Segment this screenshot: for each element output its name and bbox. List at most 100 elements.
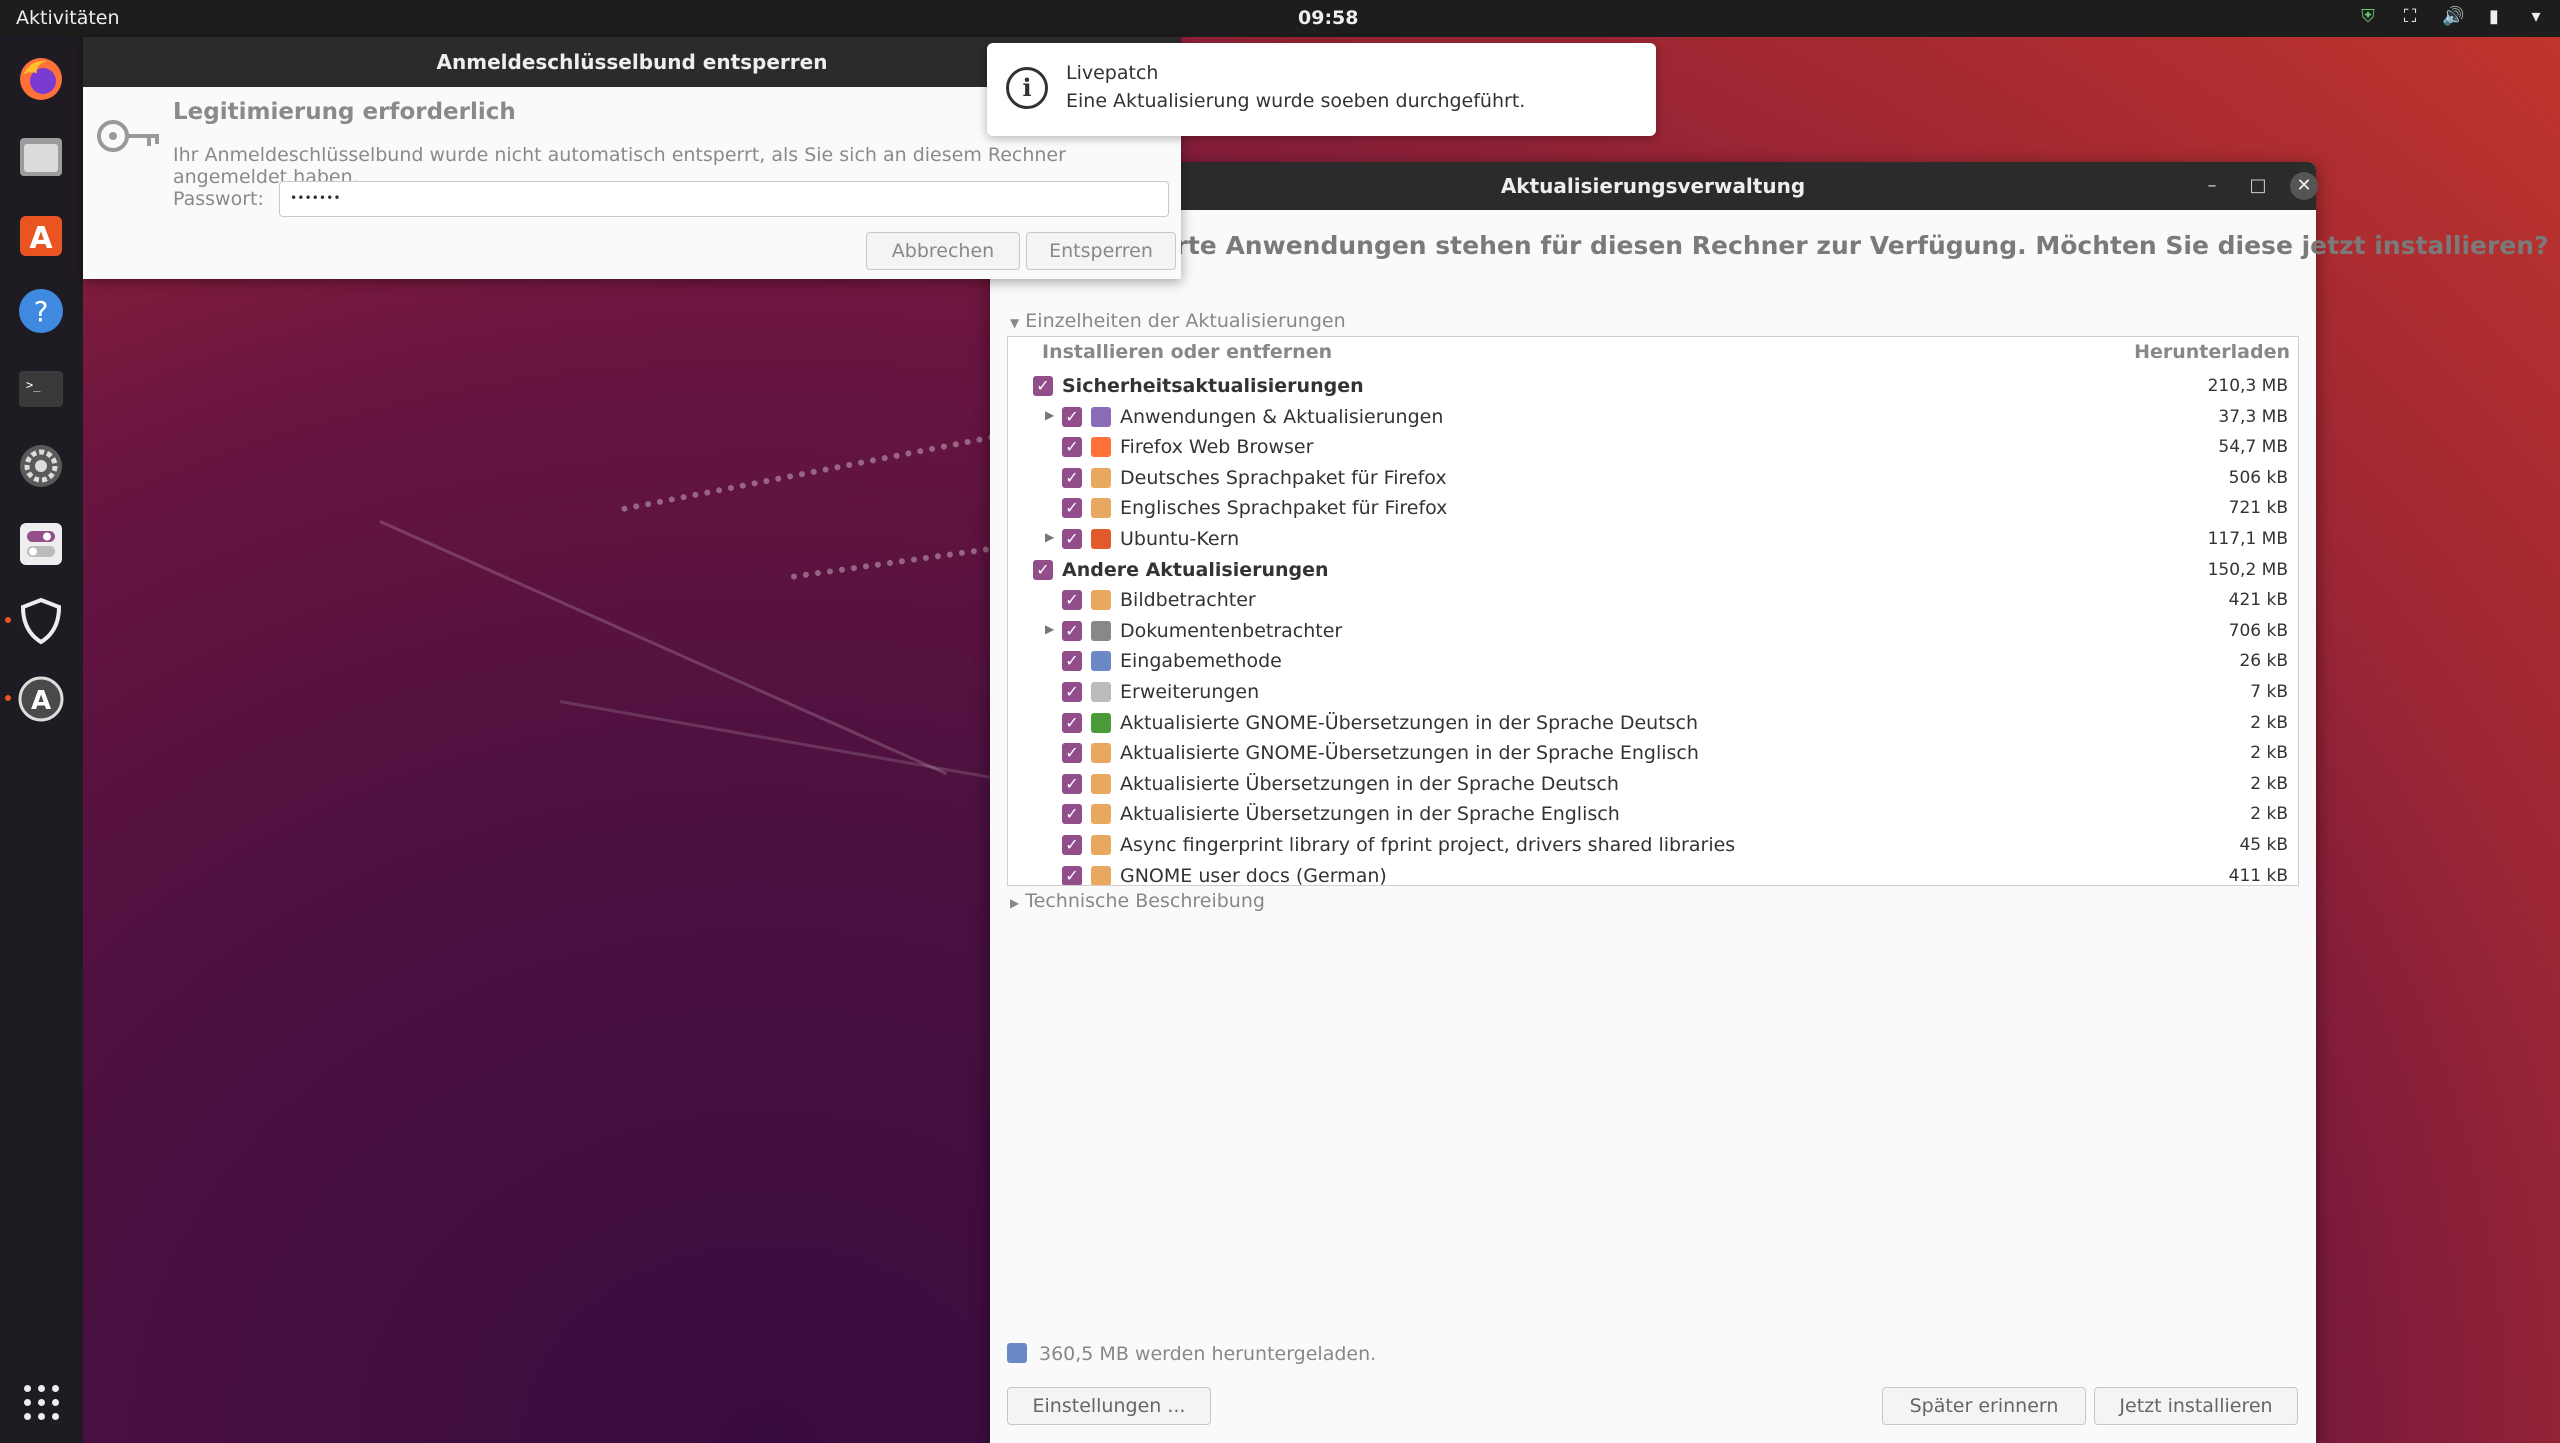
update-checkbox[interactable]: ✓ [1062, 865, 1082, 885]
update-row[interactable]: ✓ Eingabemethode 26 kB [1008, 646, 2298, 677]
shield-icon[interactable]: ⛨ [2358, 6, 2378, 28]
column-install[interactable]: Installieren oder entfernen [1042, 341, 1332, 363]
apps-grid-icon[interactable] [24, 1385, 60, 1421]
update-label: Sicherheitsaktualisierungen [1062, 375, 1364, 397]
update-checkbox[interactable]: ✓ [1062, 406, 1082, 427]
update-label: Andere Aktualisierungen [1062, 558, 1329, 581]
update-checkbox[interactable]: ✓ [1033, 376, 1053, 396]
close-button[interactable]: ✕ [2290, 172, 2318, 200]
update-row[interactable]: ✓ Deutsches Sprachpaket für Firefox 506 kB [1008, 463, 2298, 494]
update-checkbox[interactable]: ✓ [1062, 712, 1082, 733]
tech-description-expander[interactable]: ▶ Technische Beschreibung [1010, 890, 1265, 912]
expand-arrow-icon[interactable]: ▶ [1045, 622, 1057, 636]
remind-later-button[interactable]: Später erinnern [1882, 1387, 2086, 1425]
update-checkbox[interactable]: ✓ [1062, 773, 1082, 794]
update-checkbox[interactable]: ✓ [1062, 682, 1082, 702]
update-checkbox[interactable]: ✓ [1062, 620, 1082, 641]
update-size: 150,2 MB [2207, 559, 2288, 580]
update-checkbox[interactable]: ✓ [1062, 467, 1082, 488]
update-label: Aktualisierte Übersetzungen in der Sprac… [1120, 772, 1619, 795]
wallpaper-dots-1 [620, 433, 996, 513]
details-expander[interactable]: ▼ Einzelheiten der Aktualisierungen [1010, 310, 1346, 332]
activities-button[interactable]: Aktivitäten [16, 7, 120, 29]
password-field[interactable]: ••••••• [279, 181, 1169, 217]
package-icon [1091, 406, 1111, 427]
shield-app-icon[interactable] [14, 594, 68, 648]
update-label: Deutsches Sprachpaket für Firefox [1120, 466, 1447, 489]
wallpaper-dots-2 [790, 546, 990, 580]
update-row[interactable]: ✓ Englisches Sprachpaket für Firefox 721 k… [1008, 493, 2298, 524]
cancel-button[interactable]: Abbrechen [866, 232, 1020, 270]
update-row[interactable]: ✓ Async fingerprint library of fprint pro… [1008, 830, 2298, 861]
key-icon [97, 120, 159, 152]
update-list[interactable]: Installieren oder entfernen Herunterlade… [1007, 336, 2299, 886]
update-label: GNOME user docs (German) [1120, 864, 1387, 886]
update-checkbox[interactable]: ✓ [1062, 529, 1082, 549]
terminal-icon[interactable]: >_ [14, 362, 68, 416]
system-tray[interactable]: ⛨ ⛶ 🔊 ▮ ▾ [2358, 6, 2546, 28]
volume-icon[interactable]: 🔊 [2442, 6, 2464, 28]
update-label: Async fingerprint library of fprint proj… [1120, 834, 1736, 856]
files-icon[interactable] [14, 129, 68, 183]
update-checkbox[interactable]: ✓ [1062, 804, 1082, 825]
update-row[interactable]: ✓ Aktualisierte GNOME-Übersetzungen in de… [1008, 708, 2298, 739]
livepatch-notification[interactable]: i Livepatch Eine Aktualisierung wurde so… [987, 43, 1656, 136]
expand-arrow-icon[interactable]: ▶ [1045, 408, 1057, 422]
toggle-app-icon[interactable] [14, 517, 68, 571]
update-row[interactable]: ✓ Erweiterungen 7 kB [1008, 677, 2298, 708]
update-size: 45 kB [2239, 835, 2288, 855]
software-center-icon[interactable]: A [14, 207, 68, 261]
update-size: 117,1 MB [2207, 529, 2288, 549]
dock: A ? >_ A [0, 37, 83, 1443]
update-row[interactable]: ▶ ✓ Ubuntu-Kern 117,1 MB [1008, 524, 2298, 555]
update-label: Eingabemethode [1120, 650, 1282, 673]
update-group-row[interactable]: ✓ Andere Aktualisierungen 150,2 MB [1008, 555, 2298, 586]
update-label: Aktualisierte Übersetzungen in der Sprac… [1120, 803, 1620, 826]
package-icon [1091, 590, 1111, 611]
software-updater-icon[interactable]: A [14, 672, 68, 726]
update-row[interactable]: ✓ Firefox Web Browser 54,7 MB [1008, 432, 2298, 463]
update-checkbox[interactable]: ✓ [1033, 559, 1053, 580]
update-manager-window: Aktualisierungsverwaltung – □ ✕ ierte An… [990, 162, 2549, 1443]
update-row[interactable]: ▶ ✓ Anwendungen & Aktualisierungen 37,3 MB [1008, 402, 2298, 433]
update-checkbox[interactable]: ✓ [1062, 835, 1082, 855]
maximize-button[interactable]: □ [2244, 172, 2272, 200]
wallpaper-line-2 [559, 700, 994, 780]
minimize-button[interactable]: – [2198, 172, 2226, 200]
update-row[interactable]: ✓ Aktualisierte GNOME-Übersetzungen in de… [1008, 738, 2298, 769]
update-checkbox[interactable]: ✓ [1062, 743, 1082, 764]
firefox-icon[interactable] [14, 52, 68, 106]
update-row[interactable]: ▶ ✓ Dokumentenbetrachter 706 kB [1008, 616, 2298, 647]
update-checkbox[interactable]: ✓ [1062, 651, 1082, 672]
update-checkbox[interactable]: ✓ [1062, 590, 1082, 611]
column-download[interactable]: Herunterladen [2134, 341, 2290, 363]
update-row[interactable]: ✓ GNOME user docs (German) 411 kB [1008, 861, 2298, 886]
update-size: 37,3 MB [2218, 406, 2288, 427]
triangle-down-icon: ▼ [1010, 316, 1020, 330]
settings-icon[interactable] [14, 439, 68, 493]
expand-arrow-icon[interactable]: ▶ [1045, 530, 1057, 544]
update-size: 411 kB [2228, 865, 2288, 886]
network-icon[interactable]: ⛶ [2400, 6, 2420, 28]
update-row[interactable]: ✓ Aktualisierte Übersetzungen in der Spra… [1008, 799, 2298, 830]
unlock-button[interactable]: Entsperren [1026, 232, 1176, 270]
info-icon: i [1006, 67, 1048, 109]
update-row[interactable]: ✓ Bildbetrachter 421 kB [1008, 585, 2298, 616]
update-size: 2 kB [2250, 773, 2288, 794]
chevron-down-icon[interactable]: ▾ [2526, 6, 2546, 28]
package-icon [1091, 743, 1111, 764]
package-icon [1091, 651, 1111, 672]
update-checkbox[interactable]: ✓ [1062, 498, 1082, 519]
update-size: 421 kB [2228, 590, 2288, 611]
clock[interactable]: 09:58 [1298, 7, 1358, 29]
update-checkbox[interactable]: ✓ [1062, 437, 1082, 458]
update-group-row[interactable]: ✓ Sicherheitsaktualisierungen 210,3 MB [1008, 371, 2298, 402]
running-indicator [5, 617, 11, 623]
password-label: Passwort: [173, 188, 264, 210]
battery-icon[interactable]: ▮ [2484, 6, 2504, 28]
settings-button[interactable]: Einstellungen ... [1007, 1387, 1211, 1425]
help-icon[interactable]: ? [14, 284, 68, 338]
update-row[interactable]: ✓ Aktualisierte Übersetzungen in der Spra… [1008, 769, 2298, 800]
update-label: Dokumentenbetrachter [1120, 619, 1343, 642]
install-now-button[interactable]: Jetzt installieren [2094, 1387, 2298, 1425]
